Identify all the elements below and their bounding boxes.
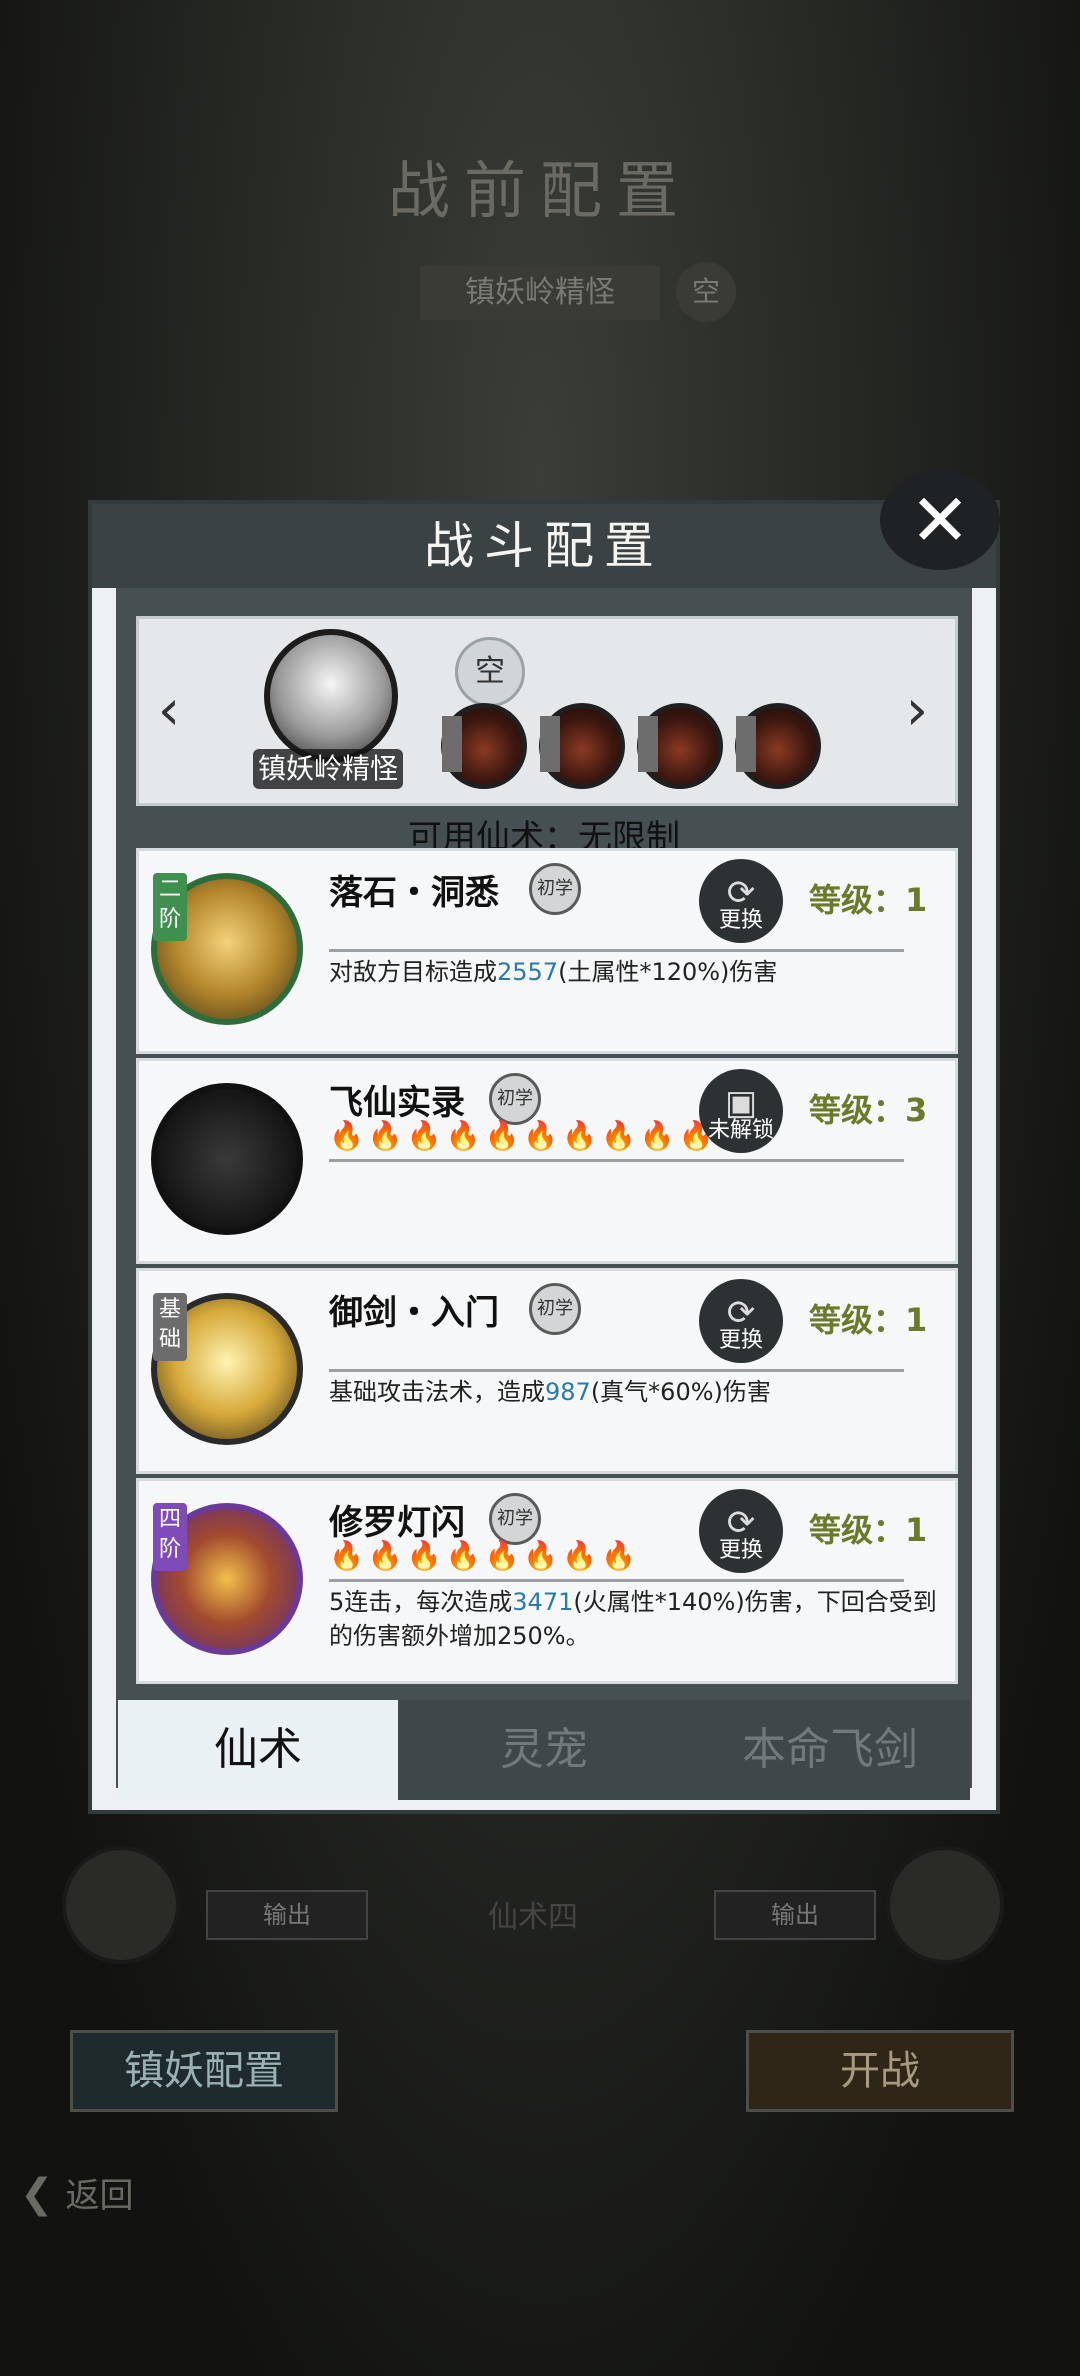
skill-level: 等级：1 xyxy=(809,1301,928,1339)
tab-spirit-pet[interactable]: 灵宠 xyxy=(404,1700,684,1800)
background-output-right: 输出 xyxy=(714,1890,876,1940)
pet-slot-tag xyxy=(540,716,560,772)
pet-slot-tag xyxy=(638,716,658,772)
unlock-skill-button[interactable]: ▣ 未解锁 xyxy=(699,1069,783,1153)
swap-skill-label: 更换 xyxy=(718,1328,763,1353)
swap-skill-label: 更换 xyxy=(718,908,763,933)
tab-life-sword[interactable]: 本命飞剑 xyxy=(690,1700,970,1800)
locked-skill-icon xyxy=(151,1083,303,1235)
skill-grade-badge: 初学 xyxy=(529,1283,581,1335)
back-button[interactable]: ❮ 返回 xyxy=(20,2168,134,2217)
skill-name: 落石・洞悉 xyxy=(329,873,499,913)
swap-skill-button[interactable]: ⟳ 更换 xyxy=(699,1489,783,1573)
skill-divider xyxy=(329,1579,904,1582)
flame-rating-icons: 🔥🔥🔥🔥🔥🔥🔥🔥 xyxy=(329,1539,640,1572)
background-output-left: 输出 xyxy=(206,1890,368,1940)
start-battle-button[interactable]: 开战 xyxy=(746,2030,1014,2112)
skill-description: 基础攻击法术，造成987(真气*60%)伤害 xyxy=(329,1378,771,1406)
close-icon[interactable]: ✕ xyxy=(880,470,1000,570)
skill-name: 修罗灯闪 xyxy=(329,1503,465,1543)
skill-level: 等级：1 xyxy=(809,881,928,919)
skill-grade-badge: 初学 xyxy=(529,863,581,915)
dialog-title: 战斗配置 xyxy=(424,517,664,575)
background-stage: 镇妖岭精怪 xyxy=(420,266,660,320)
pet-slot-4[interactable] xyxy=(735,703,821,789)
battle-config-dialog: 战斗配置 ‹ 镇妖岭精怪 空 › 可用仙术：无限制 二阶 落石・洞悉 初学 ⟳ … xyxy=(88,500,1000,1814)
skill-divider xyxy=(329,949,904,952)
swap-skill-button[interactable]: ⟳ 更换 xyxy=(699,1279,783,1363)
back-arrow-icon: ❮ xyxy=(20,2171,54,2217)
pet-panel: ‹ 镇妖岭精怪 空 › xyxy=(136,616,958,806)
skill-divider xyxy=(329,1369,904,1372)
demon-config-button[interactable]: 镇妖配置 xyxy=(70,2030,338,2112)
skill-level: 等级：1 xyxy=(809,1511,928,1549)
skill-divider xyxy=(329,1159,904,1162)
next-pet-arrow-icon[interactable]: › xyxy=(897,681,937,741)
skill-description: 5连击，每次造成3471(火属性*140%)伤害，下回合受到的伤害额外增加250… xyxy=(329,1588,937,1650)
background-middle-slot: 仙术四 xyxy=(488,1900,578,1935)
skill-name: 飞仙实录 xyxy=(329,1083,465,1123)
background-stage-empty: 空 xyxy=(676,262,736,322)
background-pet-ring xyxy=(886,1846,1004,1964)
config-tabs: 仙术 灵宠 本命飞剑 xyxy=(118,1700,970,1800)
skill-level: 等级：3 xyxy=(809,1091,928,1129)
skill-card: 四阶 修罗灯闪 初学 🔥🔥🔥🔥🔥🔥🔥🔥 ⟳ 更换 等级：1 5连击，每次造成34… xyxy=(136,1478,958,1684)
tab-skills[interactable]: 仙术 xyxy=(118,1700,398,1800)
pet-slot-tag xyxy=(442,716,462,772)
skill-tier-badge: 基础 xyxy=(153,1293,187,1361)
skill-tier-badge: 二阶 xyxy=(153,873,187,941)
skill-grade-badge: 初学 xyxy=(489,1493,541,1545)
pet-slot-tag xyxy=(736,716,756,772)
skill-description: 对敌方目标造成2557(土属性*120%)伤害 xyxy=(329,958,778,986)
skill-card: 基础 御剑・入门 初学 ⟳ 更换 等级：1 基础攻击法术，造成987(真气*60… xyxy=(136,1268,958,1474)
back-label: 返回 xyxy=(65,2176,134,2216)
background-skill-ring xyxy=(62,1846,180,1964)
main-pet-avatar[interactable] xyxy=(264,629,398,763)
pet-slot-1[interactable] xyxy=(441,703,527,789)
pet-slot-3[interactable] xyxy=(637,703,723,789)
skill-card: 飞仙实录 初学 🔥🔥🔥🔥🔥🔥🔥🔥🔥🔥 ▣ 未解锁 等级：3 xyxy=(136,1058,958,1264)
skill-card: 二阶 落石・洞悉 初学 ⟳ 更换 等级：1 对敌方目标造成2557(土属性*12… xyxy=(136,848,958,1054)
skill-grade-badge: 初学 xyxy=(489,1073,541,1125)
swap-skill-label: 更换 xyxy=(718,1538,763,1563)
skill-name: 御剑・入门 xyxy=(329,1293,499,1333)
swap-skill-button[interactable]: ⟳ 更换 xyxy=(699,859,783,943)
empty-pet-slot[interactable]: 空 xyxy=(455,637,525,707)
prev-pet-arrow-icon[interactable]: ‹ xyxy=(149,681,189,741)
flame-rating-icons: 🔥🔥🔥🔥🔥🔥🔥🔥🔥🔥 xyxy=(329,1119,718,1152)
pet-slot-2[interactable] xyxy=(539,703,625,789)
unlock-skill-label: 未解锁 xyxy=(707,1118,774,1143)
skill-tier-badge: 四阶 xyxy=(153,1503,187,1571)
background-title: 战前配置 xyxy=(387,154,692,227)
main-pet-name: 镇妖岭精怪 xyxy=(253,749,403,789)
